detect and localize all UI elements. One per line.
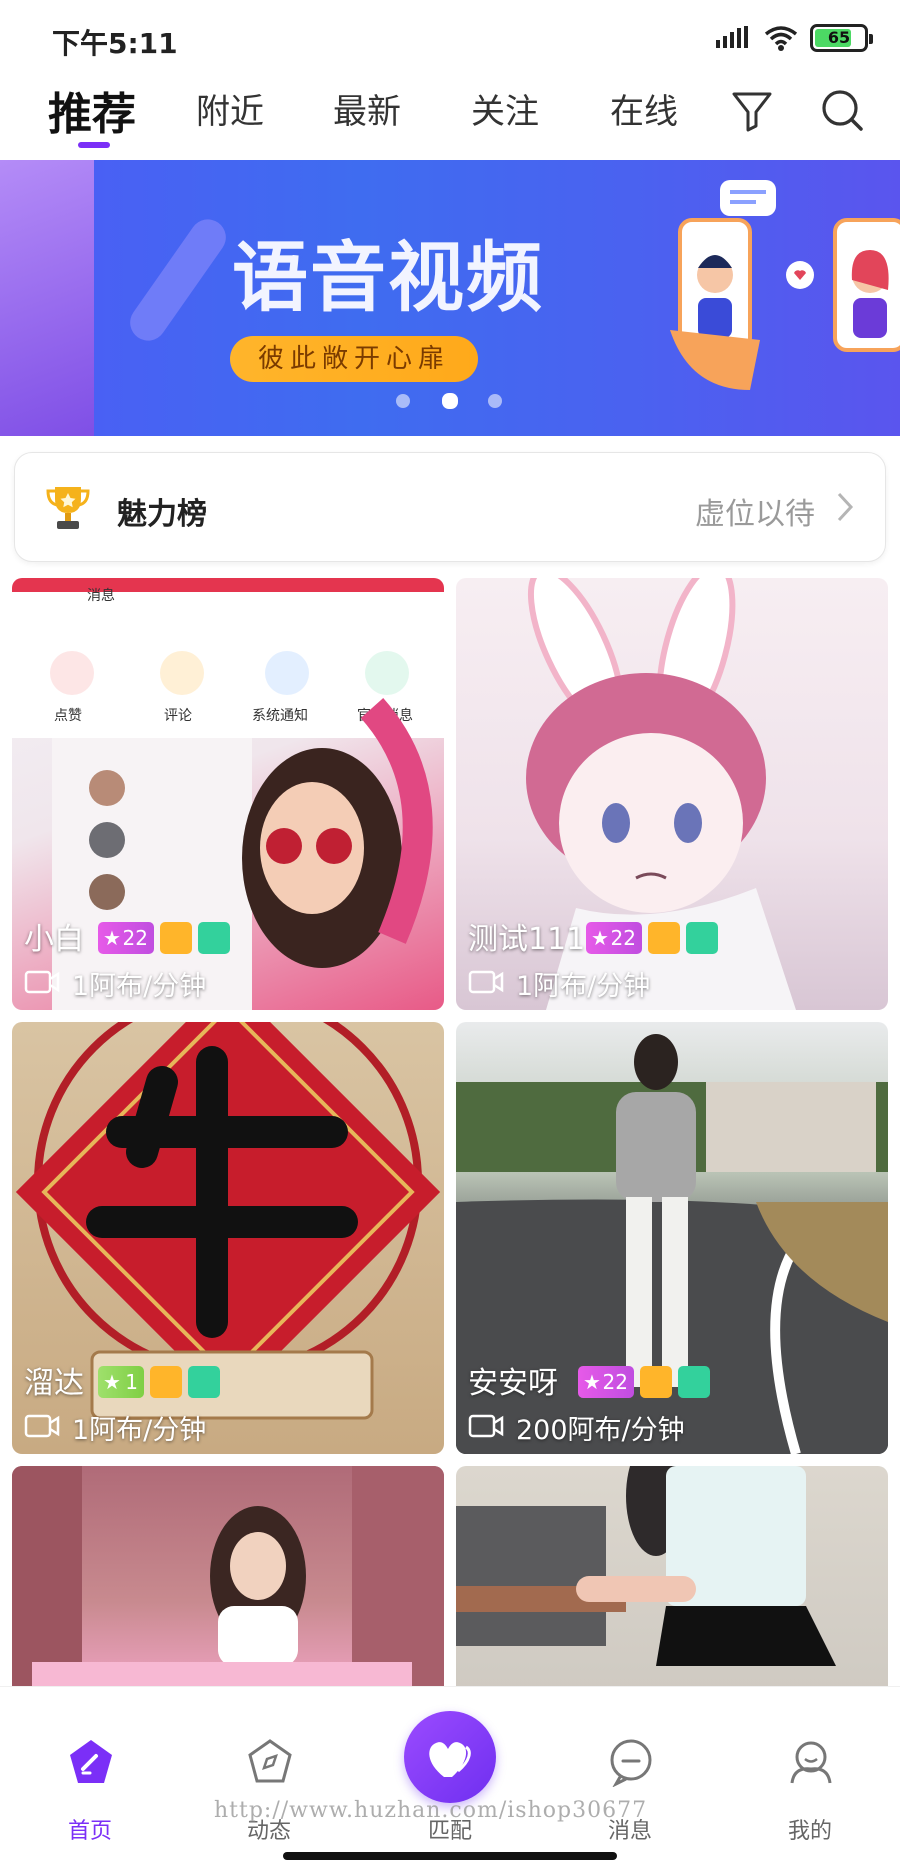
user-card[interactable] bbox=[12, 1466, 444, 1692]
banner-subtitle: 彼此敞开心扉 bbox=[257, 344, 450, 374]
banner-decor-shape bbox=[130, 219, 226, 341]
pager-dot-active[interactable] bbox=[442, 393, 458, 409]
user-name: 测试111 bbox=[468, 922, 586, 957]
banner-illustration bbox=[670, 180, 900, 390]
video-verified-icon bbox=[648, 922, 680, 954]
trophy-icon bbox=[46, 487, 90, 529]
watermark-text: http://www.huzhan.com/ishop30677 bbox=[214, 1798, 648, 1823]
level-value: 22 bbox=[122, 926, 148, 950]
nav-home-label: 首页 bbox=[67, 1819, 112, 1844]
bottom-nav: 首页 动态 匹配 消息 我的 bbox=[0, 1686, 900, 1874]
pager-dot[interactable] bbox=[488, 394, 502, 408]
top-tabs: 推荐 附近 最新 关注 在线 bbox=[0, 72, 900, 160]
wifi-icon bbox=[764, 26, 798, 51]
video-camera-icon bbox=[24, 1414, 60, 1438]
user-name: 小白 bbox=[24, 922, 84, 957]
video-camera-icon bbox=[468, 970, 504, 994]
voice-verified-icon bbox=[678, 1366, 710, 1398]
star-icon: ★ bbox=[583, 1370, 601, 1394]
user-card[interactable]: 溜达 ★ 1 1阿布/分钟 bbox=[12, 1022, 444, 1454]
banner-title: 语音视频 bbox=[232, 233, 544, 322]
home-icon bbox=[70, 1740, 112, 1783]
star-icon: ★ bbox=[591, 926, 609, 950]
video-camera-icon bbox=[468, 1414, 504, 1438]
tab-nearby[interactable]: 附近 bbox=[196, 84, 264, 133]
user-name: 溜达 bbox=[24, 1366, 84, 1401]
search-icon[interactable] bbox=[818, 86, 866, 134]
voice-verified-icon bbox=[686, 922, 718, 954]
tab-following[interactable]: 关注 bbox=[471, 84, 539, 133]
svg-text:系统通知: 系统通知 bbox=[252, 707, 308, 723]
level-value: 22 bbox=[610, 926, 636, 950]
level-badge: ★ 1 bbox=[98, 1366, 144, 1398]
banner-subtitle-pill: 彼此敞开心扉 bbox=[230, 336, 478, 382]
tab-recommend[interactable]: 推荐 bbox=[48, 78, 136, 142]
level-badge: ★ 22 bbox=[578, 1366, 634, 1398]
charm-ranking-label: 魅力榜 bbox=[117, 497, 207, 532]
battery-level: 65 bbox=[827, 28, 851, 47]
user-card[interactable]: 测试111 ★ 22 1阿布/分钟 bbox=[456, 578, 888, 1010]
call-price: 1阿布/分钟 bbox=[72, 971, 207, 1002]
level-value: 1 bbox=[125, 1370, 138, 1394]
filter-icon[interactable] bbox=[728, 86, 776, 134]
video-verified-icon bbox=[640, 1366, 672, 1398]
level-value: 22 bbox=[602, 1370, 628, 1394]
svg-text:点赞: 点赞 bbox=[54, 707, 82, 723]
battery-icon: 65 bbox=[810, 24, 873, 52]
promo-banner[interactable]: 语音视频 彼此敞开心扉 bbox=[0, 160, 900, 436]
svg-text:消息: 消息 bbox=[87, 587, 115, 603]
user-card[interactable] bbox=[456, 1466, 888, 1692]
video-verified-icon bbox=[160, 922, 192, 954]
voice-verified-icon bbox=[198, 922, 230, 954]
heart-icon bbox=[429, 1742, 471, 1777]
profile-icon bbox=[790, 1741, 832, 1784]
chat-icon bbox=[610, 1739, 652, 1787]
star-icon: ★ bbox=[103, 926, 121, 950]
tab-newest[interactable]: 最新 bbox=[333, 84, 401, 133]
active-tab-indicator bbox=[78, 142, 110, 148]
charm-ranking-status: 虚位以待 bbox=[695, 497, 815, 532]
charm-ranking-row[interactable]: 魅力榜 虚位以待 bbox=[14, 452, 886, 562]
level-badge: ★ 22 bbox=[98, 922, 154, 954]
voice-verified-icon bbox=[188, 1366, 220, 1398]
pager-dot[interactable] bbox=[396, 394, 410, 408]
status-time: 下午5:11 bbox=[52, 27, 178, 60]
status-bar: 下午5:11 65 bbox=[0, 0, 900, 72]
chevron-right-icon bbox=[837, 492, 854, 522]
svg-text:评论: 评论 bbox=[164, 707, 192, 723]
signal-icon bbox=[716, 26, 748, 48]
user-card-photo bbox=[12, 1466, 444, 1692]
video-verified-icon bbox=[150, 1366, 182, 1398]
video-camera-icon bbox=[24, 970, 60, 994]
star-icon: ★ bbox=[103, 1370, 121, 1394]
home-indicator[interactable] bbox=[283, 1852, 617, 1860]
tab-online[interactable]: 在线 bbox=[610, 84, 678, 133]
banner-prev-slide bbox=[0, 160, 94, 436]
compass-icon bbox=[248, 1739, 292, 1783]
match-button[interactable] bbox=[404, 1711, 496, 1803]
call-price: 1阿布/分钟 bbox=[72, 1415, 207, 1446]
call-price: 1阿布/分钟 bbox=[516, 971, 651, 1002]
nav-profile-label: 我的 bbox=[787, 1819, 832, 1844]
level-badge: ★ 22 bbox=[586, 922, 642, 954]
user-card-photo bbox=[456, 1466, 836, 1666]
user-card[interactable]: 消息 点赞 评论 系统通知 官方消息 小白 ★ 22 1阿布/分钟 bbox=[12, 578, 444, 1010]
user-card[interactable]: 安安呀 ★ 22 200阿布/分钟 bbox=[456, 1022, 888, 1454]
user-name: 安安呀 bbox=[468, 1366, 558, 1401]
call-price: 200阿布/分钟 bbox=[516, 1415, 685, 1446]
